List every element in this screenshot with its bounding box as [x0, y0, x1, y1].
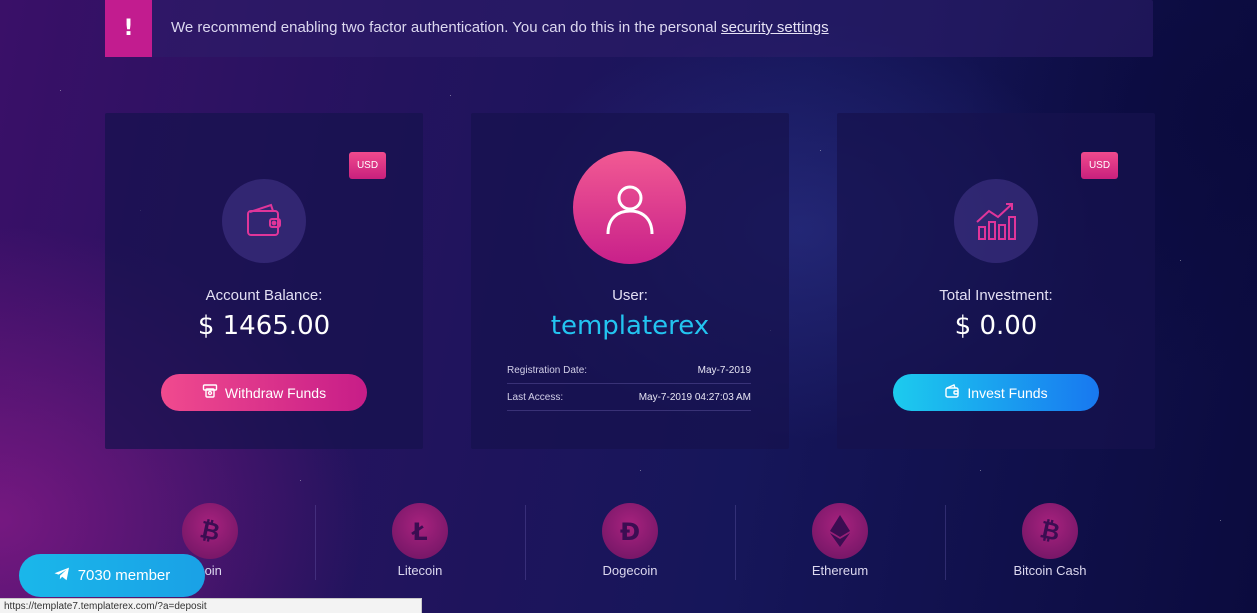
coin-bitcoin-cash[interactable]: ₿ Bitcoin Cash — [945, 503, 1155, 583]
coin-label: Ethereum — [811, 563, 869, 578]
svg-text:Ł: Ł — [410, 518, 427, 546]
growth-chart-icon — [954, 179, 1038, 263]
invest-wallet-icon — [944, 383, 960, 402]
browser-status-url: https://template7.templaterex.com/?a=dep… — [0, 598, 422, 613]
litecoin-icon: Ł — [392, 503, 448, 559]
invest-funds-button[interactable]: Invest Funds — [893, 374, 1099, 411]
alert-message: We recommend enabling two factor authent… — [171, 19, 829, 36]
bitcoin-cash-icon: ₿ — [1022, 503, 1078, 559]
two-factor-alert: ! We recommend enabling two factor authe… — [105, 0, 1153, 57]
currency-badge: USD — [349, 152, 386, 179]
user-icon — [573, 151, 686, 264]
alert-exclamation-icon: ! — [105, 0, 152, 57]
telegram-members-label: 7030 member — [77, 567, 171, 584]
total-investment-card: USD Total Investment: $ 0.00 Invest Fund… — [837, 113, 1155, 449]
telegram-icon — [54, 567, 70, 585]
withdraw-funds-label: Withdraw Funds — [224, 384, 327, 401]
security-settings-link[interactable]: security settings — [721, 19, 829, 36]
user-label: User: — [612, 287, 648, 304]
coin-ethereum[interactable]: Ethereum — [735, 503, 945, 583]
invest-funds-label: Invest Funds — [967, 384, 1048, 401]
dogecoin-icon: Đ — [602, 503, 658, 559]
user-card: User: templaterex Registration Date: May… — [471, 113, 789, 449]
balance-label: Account Balance: — [205, 287, 323, 304]
registration-date-row: Registration Date: May-7-2019 — [507, 357, 751, 384]
last-access-value: May-7-2019 04:27:03 AM — [638, 391, 751, 403]
currency-badge: USD — [1081, 152, 1118, 179]
coin-label: Dogecoin — [602, 563, 658, 578]
withdraw-funds-button[interactable]: Withdraw Funds — [161, 374, 367, 411]
svg-text:Đ: Đ — [620, 518, 640, 546]
svg-text:₿: ₿ — [1038, 516, 1063, 546]
registration-date-value: May-7-2019 — [697, 364, 751, 376]
svg-text:₿: ₿ — [198, 516, 223, 546]
investment-label: Total Investment: — [939, 287, 1053, 304]
username: templaterex — [550, 311, 710, 341]
account-balance-card: USD Account Balance: $ 1465.00 Withdraw … — [105, 113, 423, 449]
bitcoin-icon: ₿ — [182, 503, 238, 559]
ethereum-icon — [812, 503, 868, 559]
user-info-table: Registration Date: May-7-2019 Last Acces… — [507, 357, 751, 411]
last-access-row: Last Access: May-7-2019 04:27:03 AM — [507, 384, 751, 411]
coin-litecoin[interactable]: Ł Litecoin — [315, 503, 525, 583]
telegram-members-button[interactable]: 7030 member — [19, 554, 205, 597]
last-access-label: Last Access: — [507, 391, 564, 403]
wallet-icon — [222, 179, 306, 263]
balance-amount: $ 1465.00 — [197, 311, 331, 341]
withdraw-icon — [202, 383, 218, 402]
coin-dogecoin[interactable]: Đ Dogecoin — [525, 503, 735, 583]
coin-label: Litecoin — [397, 563, 443, 578]
coin-label: Bitcoin Cash — [1013, 563, 1087, 578]
investment-amount: $ 0.00 — [954, 311, 1038, 341]
registration-date-label: Registration Date: — [507, 364, 588, 376]
